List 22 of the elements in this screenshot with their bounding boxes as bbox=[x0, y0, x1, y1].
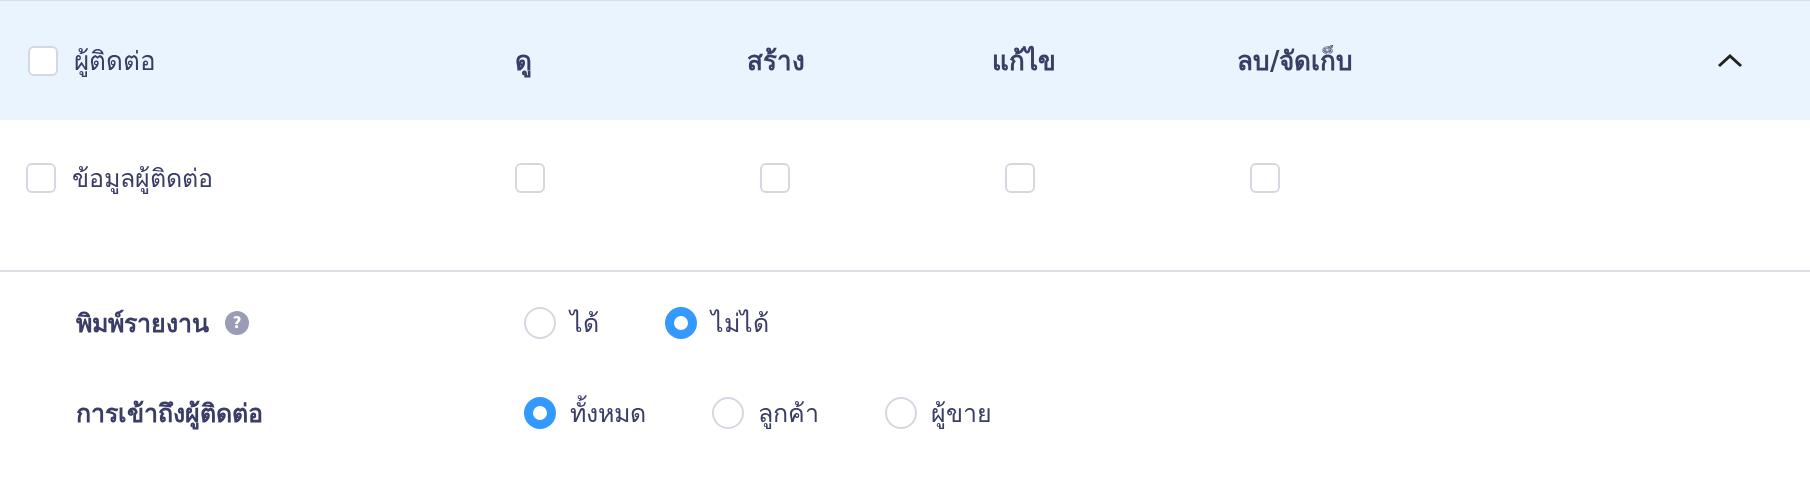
radio-button[interactable] bbox=[524, 397, 556, 429]
column-header: แก้ไข bbox=[992, 44, 1056, 78]
checkbox[interactable] bbox=[1005, 163, 1035, 193]
column-header: ดู bbox=[515, 45, 532, 80]
setting-label: การเข้าถึงผู้ติดต่อ bbox=[76, 398, 263, 432]
row-label: ข้อมูลผู้ติดต่อ bbox=[72, 163, 213, 196]
option-label[interactable]: ทั้งหมด bbox=[570, 393, 646, 433]
checkbox[interactable] bbox=[760, 163, 790, 193]
setting-label: พิมพ์รายงาน bbox=[76, 308, 209, 340]
option-label[interactable]: ได้ bbox=[570, 303, 599, 343]
header-label: ผู้ติดต่อ bbox=[74, 45, 156, 79]
chevron-up-icon[interactable] bbox=[1716, 51, 1744, 70]
option-label[interactable]: ผู้ขาย bbox=[931, 393, 992, 433]
checkbox[interactable] bbox=[1250, 163, 1280, 193]
radio-button[interactable] bbox=[665, 307, 697, 339]
option-label[interactable]: ลูกค้า bbox=[758, 393, 819, 433]
checkbox[interactable] bbox=[28, 45, 58, 76]
checkbox[interactable] bbox=[515, 163, 545, 193]
checkbox[interactable] bbox=[26, 163, 56, 193]
option-label[interactable]: ไม่ได้ bbox=[711, 303, 769, 343]
column-header: สร้าง bbox=[747, 45, 805, 78]
column-header: ลบ/จัดเก็บ bbox=[1237, 44, 1354, 78]
